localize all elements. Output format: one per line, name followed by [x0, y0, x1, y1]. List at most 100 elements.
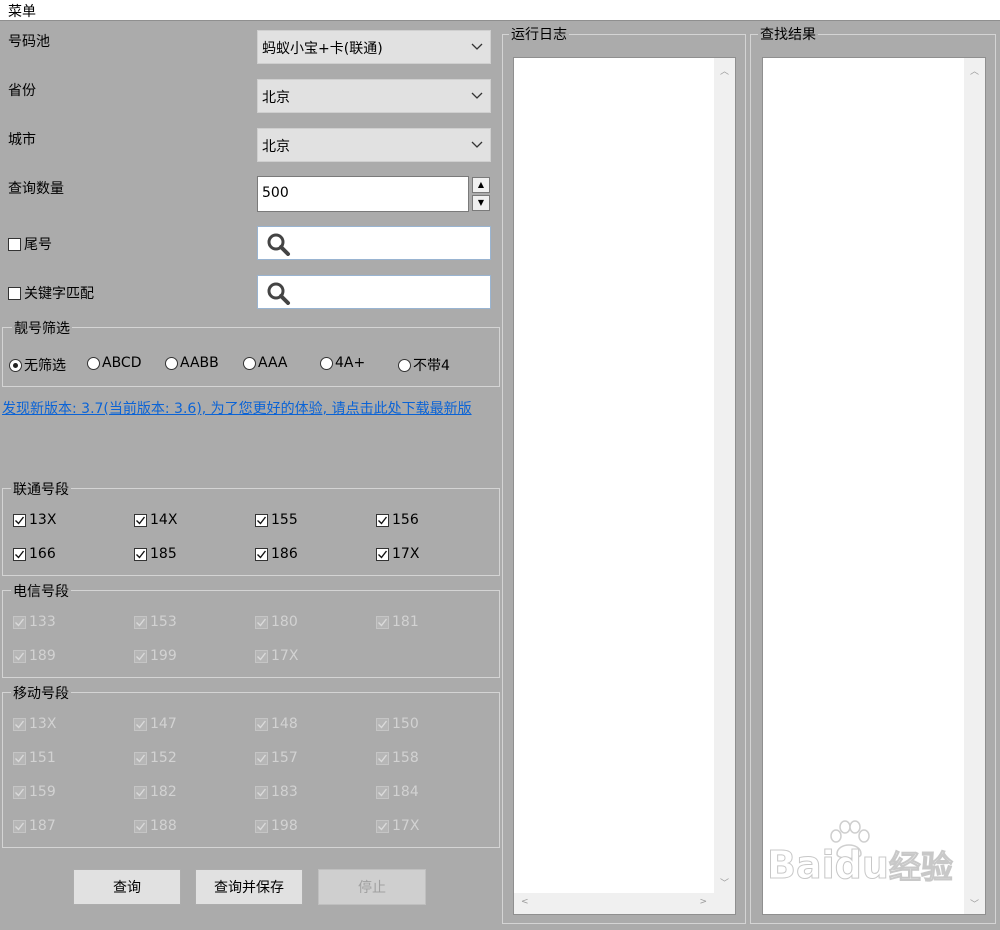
mobile-segment-14[interactable]: 198 — [255, 818, 298, 834]
mobile-segment-3[interactable]: 150 — [376, 716, 419, 732]
segment-checkbox[interactable] — [376, 717, 389, 731]
segment-checkbox[interactable] — [134, 785, 147, 799]
spin-down-button[interactable]: ▼ — [472, 195, 490, 211]
segment-checkbox[interactable] — [134, 547, 147, 561]
telecom-segment-6[interactable]: 17X — [255, 648, 298, 664]
query-button[interactable]: 查询 — [73, 869, 181, 905]
scroll-down-icon[interactable]: ﹀ — [970, 897, 979, 910]
scroll-right-icon[interactable]: > — [699, 897, 707, 907]
mobile-segment-15[interactable]: 17X — [376, 818, 419, 834]
results-listbox[interactable]: ︿ ﹀ — [762, 57, 986, 915]
query-save-button[interactable]: 查询并保存 — [195, 869, 303, 905]
segment-checkbox[interactable] — [255, 717, 268, 731]
telecom-segment-1[interactable]: 153 — [134, 614, 177, 630]
segment-checkbox[interactable] — [134, 717, 147, 731]
mobile-segment-2[interactable]: 148 — [255, 716, 298, 732]
segment-checkbox[interactable] — [13, 649, 26, 663]
radio-4a[interactable]: 4A+ — [320, 355, 365, 371]
segment-checkbox[interactable] — [376, 513, 389, 527]
radio-aabb[interactable]: AABB — [165, 355, 219, 371]
segment-checkbox[interactable] — [376, 785, 389, 799]
pool-select[interactable]: 蚂蚁小宝+卡(联通) — [257, 30, 491, 64]
segment-checkbox[interactable] — [13, 513, 26, 527]
count-input[interactable]: 500 — [257, 176, 469, 212]
unicom-segment-0[interactable]: 13X — [13, 512, 56, 528]
mobile-segment-10[interactable]: 183 — [255, 784, 298, 800]
radio-none[interactable]: 无筛选 — [9, 355, 66, 375]
unicom-segment-7[interactable]: 17X — [376, 546, 419, 562]
telecom-segment-3[interactable]: 181 — [376, 614, 419, 630]
unicom-segment-3[interactable]: 156 — [376, 512, 419, 528]
mobile-segment-9[interactable]: 182 — [134, 784, 177, 800]
mobile-segment-1[interactable]: 147 — [134, 716, 177, 732]
scroll-left-icon[interactable]: < — [521, 897, 529, 907]
segment-checkbox[interactable] — [255, 785, 268, 799]
unicom-segment-5[interactable]: 185 — [134, 546, 177, 562]
radio-circle[interactable] — [243, 356, 256, 370]
keyword-checkbox-row[interactable]: 关键字匹配 — [8, 283, 94, 303]
radio-aaa[interactable]: AAA — [243, 355, 288, 371]
mobile-segment-0[interactable]: 13X — [13, 716, 56, 732]
radio-no4[interactable]: 不带4 — [398, 355, 450, 375]
mobile-segment-8[interactable]: 159 — [13, 784, 56, 800]
segment-checkbox[interactable] — [134, 649, 147, 663]
city-select[interactable]: 北京 — [257, 128, 491, 162]
segment-checkbox[interactable] — [376, 751, 389, 765]
keyword-search-input[interactable] — [257, 275, 491, 309]
segment-checkbox[interactable] — [134, 751, 147, 765]
scroll-up-icon[interactable]: ︿ — [720, 64, 729, 77]
segment-checkbox[interactable] — [134, 513, 147, 527]
segment-checkbox[interactable] — [13, 819, 26, 833]
mobile-segment-7[interactable]: 158 — [376, 750, 419, 766]
radio-circle[interactable] — [9, 358, 22, 372]
update-link[interactable]: 发现新版本: 3.7(当前版本: 3.6), 为了您更好的体验, 请点击此处下载… — [2, 398, 472, 418]
unicom-segment-2[interactable]: 155 — [255, 512, 298, 528]
menu-item[interactable]: 菜单 — [8, 1, 36, 21]
stop-button[interactable]: 停止 — [318, 869, 426, 905]
segment-checkbox[interactable] — [376, 819, 389, 833]
province-select[interactable]: 北京 — [257, 79, 491, 113]
mobile-segment-4[interactable]: 151 — [13, 750, 56, 766]
mobile-segment-5[interactable]: 152 — [134, 750, 177, 766]
segment-checkbox[interactable] — [134, 819, 147, 833]
mobile-segment-12[interactable]: 187 — [13, 818, 56, 834]
segment-checkbox[interactable] — [13, 785, 26, 799]
telecom-segment-2[interactable]: 180 — [255, 614, 298, 630]
segment-checkbox[interactable] — [255, 513, 268, 527]
segment-checkbox[interactable] — [13, 751, 26, 765]
results-vertical-scrollbar[interactable]: ︿ ﹀ — [964, 58, 985, 914]
unicom-segment-6[interactable]: 186 — [255, 546, 298, 562]
segment-checkbox[interactable] — [255, 751, 268, 765]
log-vertical-scrollbar[interactable]: ︿ ﹀ — [714, 58, 735, 893]
segment-checkbox[interactable] — [255, 615, 268, 629]
radio-circle[interactable] — [87, 356, 100, 370]
segment-checkbox[interactable] — [13, 717, 26, 731]
segment-checkbox[interactable] — [255, 819, 268, 833]
segment-checkbox[interactable] — [255, 547, 268, 561]
unicom-segment-1[interactable]: 14X — [134, 512, 177, 528]
mobile-segment-13[interactable]: 188 — [134, 818, 177, 834]
tail-checkbox-row[interactable]: 尾号 — [8, 234, 52, 254]
segment-checkbox[interactable] — [376, 615, 389, 629]
radio-circle[interactable] — [398, 358, 411, 372]
segment-checkbox[interactable] — [376, 547, 389, 561]
log-listbox[interactable]: ︿ ﹀ < > — [513, 57, 736, 915]
segment-checkbox[interactable] — [13, 615, 26, 629]
unicom-segment-4[interactable]: 166 — [13, 546, 56, 562]
segment-checkbox[interactable] — [13, 547, 26, 561]
telecom-segment-4[interactable]: 189 — [13, 648, 56, 664]
radio-abcd[interactable]: ABCD — [87, 355, 142, 371]
tail-checkbox[interactable] — [8, 237, 21, 251]
tail-search-input[interactable] — [257, 226, 491, 260]
log-horizontal-scrollbar[interactable]: < > — [514, 893, 714, 914]
scroll-up-icon[interactable]: ︿ — [970, 64, 979, 77]
mobile-segment-11[interactable]: 184 — [376, 784, 419, 800]
spin-up-button[interactable]: ▲ — [472, 177, 490, 193]
radio-circle[interactable] — [320, 356, 333, 370]
segment-checkbox[interactable] — [134, 615, 147, 629]
mobile-segment-6[interactable]: 157 — [255, 750, 298, 766]
telecom-segment-0[interactable]: 133 — [13, 614, 56, 630]
scroll-down-icon[interactable]: ﹀ — [720, 876, 729, 889]
telecom-segment-5[interactable]: 199 — [134, 648, 177, 664]
segment-checkbox[interactable] — [255, 649, 268, 663]
